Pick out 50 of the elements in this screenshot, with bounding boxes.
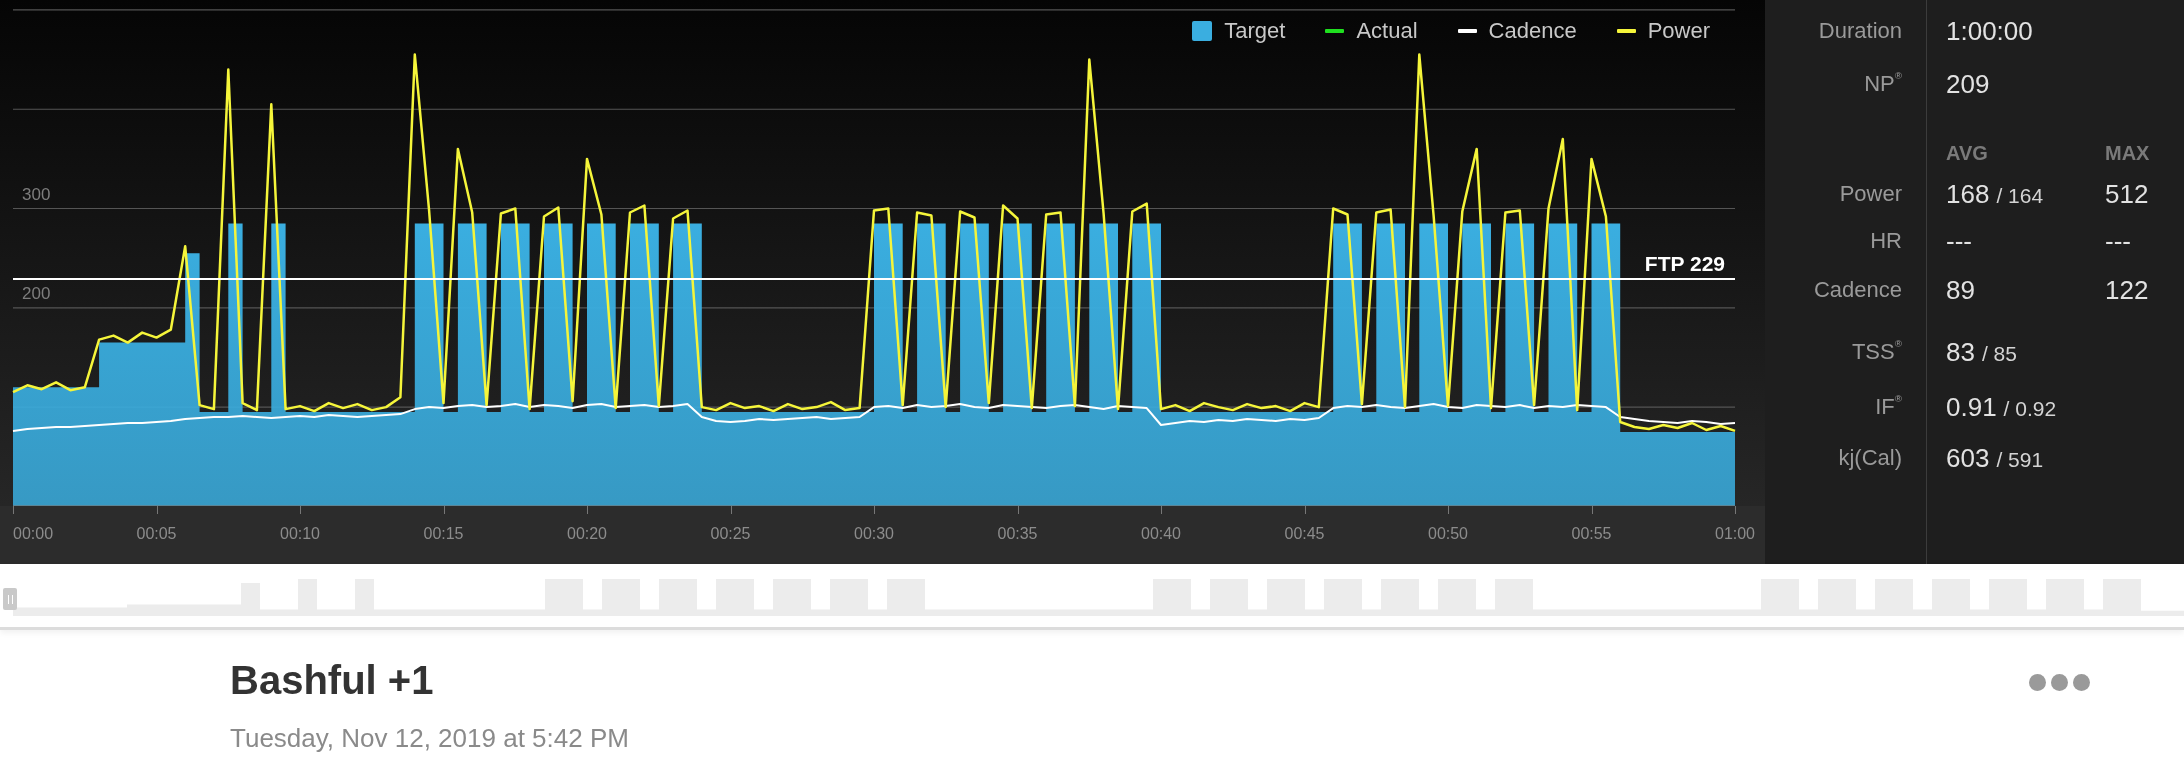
overview-strip[interactable]	[0, 564, 2184, 630]
stat-value: 209	[1945, 68, 1991, 100]
workout-title: Bashful +1	[230, 657, 434, 704]
x-tick-label: 01:00	[1715, 525, 1755, 543]
stat-max-value: ---	[2105, 225, 2132, 257]
x-tick-label: 00:05	[136, 525, 177, 543]
threshold-label: FTP 229	[1644, 252, 1725, 275]
stat-label: Cadence	[1813, 277, 1903, 303]
x-tick-label: 00:25	[710, 525, 751, 543]
stat-label: HR	[1870, 228, 1903, 254]
x-tick-label: 00:20	[567, 525, 607, 543]
stat-value: ---	[1946, 225, 1972, 257]
stat-value: 1:00:00	[1945, 15, 2034, 47]
column-header: MAX	[2105, 141, 2151, 165]
y-tick-label: 300	[22, 184, 51, 204]
stat-secondary-value: / 0.92	[2003, 396, 2057, 421]
range-handle[interactable]	[3, 588, 17, 610]
legend-label: Target	[1224, 18, 1286, 44]
stat-label: NP$^{®}$	[1864, 71, 1903, 97]
stat-value: 89	[1946, 274, 1975, 306]
legend-label: Actual	[1356, 18, 1418, 44]
stat-value: 0.91	[1946, 391, 1997, 423]
legend-label: Power	[1647, 18, 1710, 44]
stat-value: 603	[1946, 442, 1990, 474]
stat-label: kj(Cal)	[1838, 445, 1903, 471]
y-tick-label: 200	[22, 283, 51, 303]
x-tick-label: 00:40	[1141, 525, 1181, 543]
stat-value: 83	[1946, 336, 1975, 368]
x-tick-label: 00:00	[13, 525, 54, 543]
workout-date: Tuesday, Nov 12, 2019 at 5:42 PM	[230, 723, 629, 754]
legend-label: Cadence	[1488, 18, 1577, 44]
x-tick-label: 00:15	[423, 525, 464, 543]
x-tick-label: 00:45	[1284, 525, 1325, 543]
column-header: AVG	[1945, 141, 1989, 165]
x-tick-label: 00:50	[1428, 525, 1468, 543]
x-tick-label: 00:55	[1571, 525, 1612, 543]
stat-label: Power	[1839, 181, 1903, 207]
stat-max-value: 122	[2105, 274, 2150, 306]
more-options-button[interactable]	[2027, 672, 2092, 693]
stat-max-value: 512	[2105, 178, 2150, 210]
stat-label: Duration	[1818, 18, 1903, 44]
stat-value: 168	[1946, 178, 1990, 210]
x-tick-label: 00:35	[997, 525, 1038, 543]
stat-label: IF$^{®}$	[1875, 394, 1903, 420]
x-tick-label: 00:10	[280, 525, 320, 543]
stat-secondary-value: / 85	[1981, 341, 2017, 366]
stat-secondary-value: / 164	[1996, 183, 2044, 208]
stat-secondary-value: / 591	[1996, 447, 2044, 472]
x-tick-label: 00:30	[854, 525, 894, 543]
stat-label: TSS$^{®}$	[1851, 339, 1903, 365]
